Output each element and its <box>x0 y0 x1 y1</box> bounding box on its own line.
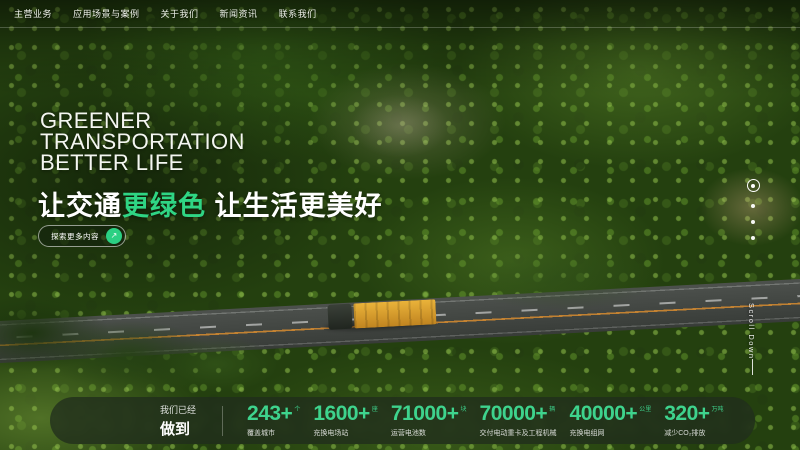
truck <box>327 297 438 333</box>
title-line-2: TRANSPORTATION <box>40 131 245 152</box>
stat-label: 减少CO₂排放 <box>664 428 723 438</box>
stat-value: 1600+ <box>313 403 369 425</box>
stat-value: 70000+ <box>480 403 548 425</box>
stat-unit: 个 <box>294 404 300 413</box>
scroll-down-label: Scroll Down <box>747 303 756 360</box>
stats-intro-small: 我们已经 <box>160 403 196 416</box>
stat-unit: 座 <box>372 404 378 413</box>
arrow-circle: ↗ <box>106 228 122 244</box>
title-line-3: BETTER LIFE <box>40 152 245 173</box>
stat-operating-batteries: 71000+ 块 运营电池数 <box>391 403 467 438</box>
stat-label: 充换电组网 <box>570 428 652 438</box>
stat-unit: 辆 <box>549 404 555 413</box>
pager-dot-active[interactable] <box>747 179 760 192</box>
page-title: GREENER TRANSPORTATION BETTER LIFE <box>40 110 245 173</box>
truck-trailer <box>353 299 436 328</box>
explore-more-label: 探索更多内容 <box>51 231 99 242</box>
stat-unit: 公里 <box>639 404 651 413</box>
pager-dot-2[interactable] <box>751 204 755 208</box>
stat-value: 320+ <box>664 403 709 425</box>
stats-divider <box>222 406 223 436</box>
nav-divider-line <box>0 27 800 28</box>
stats-bar: 我们已经 做到 243+ 个 覆盖城市 1600+ 座 充换电场站 <box>50 397 755 444</box>
stat-label: 交付电动重卡及工程机械 <box>480 428 557 438</box>
stat-unit: 万吨 <box>712 404 724 413</box>
hero-section: 主营业务 应用场景与案例 关于我们 新闻资讯 联系我们 GREENER TRAN… <box>0 0 800 450</box>
top-nav: 主营业务 应用场景与案例 关于我们 新闻资讯 联系我们 <box>0 0 800 27</box>
pager-dot-4[interactable] <box>751 236 755 240</box>
pager-dot-3[interactable] <box>751 220 755 224</box>
truck-cab <box>327 304 352 330</box>
subtitle-prefix: 让交通 <box>38 191 122 221</box>
subtitle-highlight: 更绿色 <box>122 191 206 221</box>
stat-network-km: 40000+ 公里 充换电组网 <box>570 403 652 438</box>
stat-delivered-trucks: 70000+ 辆 交付电动重卡及工程机械 <box>480 403 557 438</box>
stat-label: 运营电池数 <box>391 428 467 438</box>
title-line-1: GREENER <box>40 110 245 131</box>
stats-row: 243+ 个 覆盖城市 1600+ 座 充换电场站 71000+ 块 运营电池数 <box>247 403 724 438</box>
stats-intro: 我们已经 做到 <box>160 403 196 439</box>
stat-covered-cities: 243+ 个 覆盖城市 <box>247 403 300 438</box>
nav-item-main-business[interactable]: 主营业务 <box>14 7 52 20</box>
nav-item-about-us[interactable]: 关于我们 <box>161 7 199 20</box>
page-subtitle: 让交通更绿色 让生活更美好 <box>38 184 383 223</box>
stat-value: 71000+ <box>391 403 459 425</box>
explore-more-button[interactable]: 探索更多内容 ↗ <box>38 225 126 247</box>
stat-unit: 块 <box>461 404 467 413</box>
scroll-down-line <box>752 359 753 375</box>
nav-item-news[interactable]: 新闻资讯 <box>220 7 258 20</box>
stat-label: 覆盖城市 <box>247 428 300 438</box>
stat-label: 充换电场站 <box>313 428 378 438</box>
nav-item-use-cases[interactable]: 应用场景与案例 <box>73 7 140 20</box>
nav-item-contact-us[interactable]: 联系我们 <box>279 7 317 20</box>
forest-aerial-background <box>0 0 800 450</box>
arrow-up-right-icon: ↗ <box>111 232 118 240</box>
slide-pagination <box>746 179 760 240</box>
stat-co2-reduction: 320+ 万吨 减少CO₂排放 <box>664 403 723 438</box>
stat-value: 40000+ <box>570 403 638 425</box>
stat-value: 243+ <box>247 403 292 425</box>
subtitle-suffix: 让生活更美好 <box>206 191 383 221</box>
stat-charging-stations: 1600+ 座 充换电场站 <box>313 403 378 438</box>
stats-intro-large: 做到 <box>160 418 196 439</box>
